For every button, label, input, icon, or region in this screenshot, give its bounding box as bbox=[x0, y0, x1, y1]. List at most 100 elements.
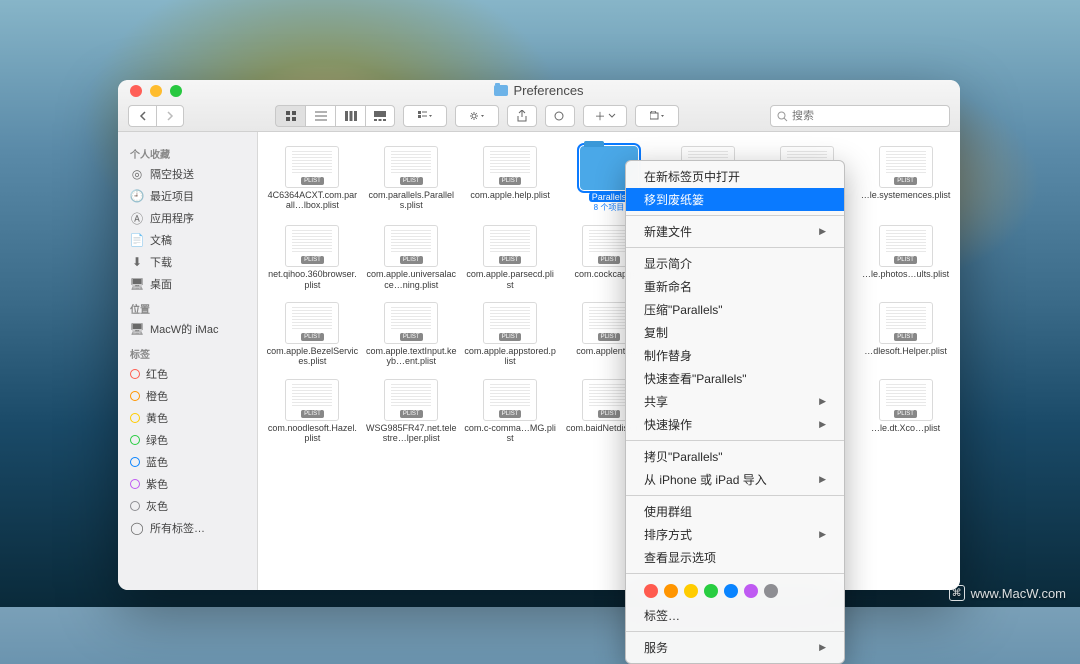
forward-button[interactable] bbox=[156, 105, 184, 127]
menu-item[interactable]: 快速查看"Parallels" bbox=[626, 367, 844, 390]
new-folder-button[interactable]: ＋ bbox=[583, 105, 627, 127]
file-item[interactable]: PLISTnet.qihoo.360browser.plist bbox=[264, 221, 361, 294]
file-item[interactable]: PLIST…le.photos…ults.plist bbox=[857, 221, 954, 294]
tag-color[interactable] bbox=[664, 584, 678, 598]
tag-color[interactable] bbox=[744, 584, 758, 598]
file-grid-area[interactable]: PLIST4C6364ACXT.com.parall…lbox.plistPLI… bbox=[258, 132, 960, 590]
recent-icon: 🕘 bbox=[130, 189, 144, 203]
nav-buttons bbox=[128, 105, 184, 127]
sidebar-tag[interactable]: 黄色 bbox=[118, 407, 257, 429]
menu-item[interactable]: 移到废纸篓 bbox=[626, 188, 844, 211]
submenu-arrow-icon: ▶ bbox=[819, 226, 826, 237]
file-item[interactable]: PLISTcom.apple.parsecd.plist bbox=[462, 221, 559, 294]
file-item[interactable]: PLIST…le.dt.Xco…plist bbox=[857, 375, 954, 448]
sidebar-tag[interactable]: 紫色 bbox=[118, 473, 257, 495]
menu-item[interactable]: 重新命名 bbox=[626, 275, 844, 298]
menu-item[interactable]: 服务▶ bbox=[626, 636, 844, 659]
file-item[interactable]: PLISTcom.apple.BezelServices.plist bbox=[264, 298, 361, 371]
menu-item[interactable]: 压缩"Parallels" bbox=[626, 298, 844, 321]
group-button[interactable] bbox=[403, 105, 447, 127]
file-item[interactable]: PLIST4C6364ACXT.com.parall…lbox.plist bbox=[264, 142, 361, 217]
sidebar-item-downloads[interactable]: ⬇下载 bbox=[118, 251, 257, 273]
file-item[interactable]: PLISTcom.apple.help.plist bbox=[462, 142, 559, 217]
all-tags-icon: ◯ bbox=[130, 521, 144, 535]
menu-item[interactable]: 从 iPhone 或 iPad 导入▶ bbox=[626, 468, 844, 491]
context-menu: 在新标签页中打开移到废纸篓新建文件▶ 显示简介重新命名压缩"Parallels"复… bbox=[625, 160, 845, 664]
sidebar-item-airdrop[interactable]: ◎隔空投送 bbox=[118, 163, 257, 185]
submenu-arrow-icon: ▶ bbox=[819, 419, 826, 430]
sidebar-item-docs[interactable]: 📄文稿 bbox=[118, 229, 257, 251]
airdrop-icon: ◎ bbox=[130, 167, 144, 181]
file-item[interactable]: PLISTcom.apple.appstored.plist bbox=[462, 298, 559, 371]
plist-icon: PLIST bbox=[483, 225, 537, 267]
title-text: Preferences bbox=[513, 83, 583, 98]
menu-item[interactable]: 复制 bbox=[626, 321, 844, 344]
locations-header: 位置 bbox=[118, 295, 257, 318]
tag-color[interactable] bbox=[644, 584, 658, 598]
sidebar-tag[interactable]: 绿色 bbox=[118, 429, 257, 451]
search-field[interactable] bbox=[770, 105, 950, 127]
search-input[interactable] bbox=[792, 110, 943, 122]
menu-item[interactable]: 快速操作▶ bbox=[626, 413, 844, 436]
tag-color[interactable] bbox=[724, 584, 738, 598]
plist-icon: PLIST bbox=[384, 379, 438, 421]
file-item[interactable]: PLISTcom.c-comma…MG.plist bbox=[462, 375, 559, 448]
share-button[interactable] bbox=[507, 105, 537, 127]
submenu-arrow-icon: ▶ bbox=[819, 474, 826, 485]
close-button[interactable] bbox=[130, 85, 142, 97]
tag-dot-icon bbox=[130, 457, 140, 467]
menu-separator bbox=[626, 247, 844, 248]
submenu-arrow-icon: ▶ bbox=[819, 396, 826, 407]
sidebar-item-recent[interactable]: 🕘最近项目 bbox=[118, 185, 257, 207]
downloads-icon: ⬇ bbox=[130, 255, 144, 269]
sidebar-location[interactable]: 🖥MacW的 iMac bbox=[118, 318, 257, 340]
favorites-header: 个人收藏 bbox=[118, 140, 257, 163]
menu-item[interactable]: 共享▶ bbox=[626, 390, 844, 413]
menu-item[interactable]: 使用群组 bbox=[626, 500, 844, 523]
sidebar-item-desktop[interactable]: 🖥桌面 bbox=[118, 273, 257, 295]
back-button[interactable] bbox=[128, 105, 156, 127]
file-item[interactable]: PLISTWSG985FR47.net.telestre…lper.plist bbox=[363, 375, 460, 448]
menu-item[interactable]: 排序方式▶ bbox=[626, 523, 844, 546]
apps-icon: Ⓐ bbox=[130, 211, 144, 225]
gallery-view-button[interactable] bbox=[365, 105, 395, 127]
search-icon bbox=[777, 111, 788, 122]
minimize-button[interactable] bbox=[150, 85, 162, 97]
list-view-button[interactable] bbox=[305, 105, 335, 127]
file-item[interactable]: PLISTcom.apple.universalacce…ning.plist bbox=[363, 221, 460, 294]
window-title: Preferences bbox=[118, 83, 960, 98]
tag-color[interactable] bbox=[704, 584, 718, 598]
tags-header: 标签 bbox=[118, 340, 257, 363]
sidebar-tag[interactable]: 红色 bbox=[118, 363, 257, 385]
plist-icon: PLIST bbox=[384, 302, 438, 344]
file-item[interactable]: PLISTcom.parallels.Parallels.plist bbox=[363, 142, 460, 217]
tags-button[interactable] bbox=[545, 105, 575, 127]
menu-item[interactable]: 显示简介 bbox=[626, 252, 844, 275]
menu-item[interactable]: 拷贝"Parallels" bbox=[626, 445, 844, 468]
menu-separator bbox=[626, 215, 844, 216]
docs-icon: 📄 bbox=[130, 233, 144, 247]
sidebar-tag[interactable]: 蓝色 bbox=[118, 451, 257, 473]
tag-color[interactable] bbox=[684, 584, 698, 598]
sidebar-item-apps[interactable]: Ⓐ应用程序 bbox=[118, 207, 257, 229]
file-item[interactable]: PLIST…dlesoft.Helper.plist bbox=[857, 298, 954, 371]
path-button[interactable] bbox=[635, 105, 679, 127]
menu-item[interactable]: 标签… bbox=[626, 604, 844, 627]
plist-icon: PLIST bbox=[879, 225, 933, 267]
zoom-button[interactable] bbox=[170, 85, 182, 97]
menu-item[interactable]: 查看显示选项 bbox=[626, 546, 844, 569]
column-view-button[interactable] bbox=[335, 105, 365, 127]
file-item[interactable]: PLISTcom.noodlesoft.Hazel.plist bbox=[264, 375, 361, 448]
plist-icon: PLIST bbox=[879, 146, 933, 188]
icon-view-button[interactable] bbox=[275, 105, 305, 127]
file-item[interactable]: PLISTcom.apple.textInput.keyb…ent.plist bbox=[363, 298, 460, 371]
sidebar-tag[interactable]: 灰色 bbox=[118, 495, 257, 517]
sidebar-tag[interactable]: 橙色 bbox=[118, 385, 257, 407]
menu-item[interactable]: 新建文件▶ bbox=[626, 220, 844, 243]
file-item[interactable]: PLIST…le.systemences.plist bbox=[857, 142, 954, 217]
tag-color[interactable] bbox=[764, 584, 778, 598]
action-button[interactable] bbox=[455, 105, 499, 127]
menu-item[interactable]: 制作替身 bbox=[626, 344, 844, 367]
menu-item[interactable]: 在新标签页中打开 bbox=[626, 165, 844, 188]
all-tags[interactable]: ◯所有标签… bbox=[118, 517, 257, 539]
